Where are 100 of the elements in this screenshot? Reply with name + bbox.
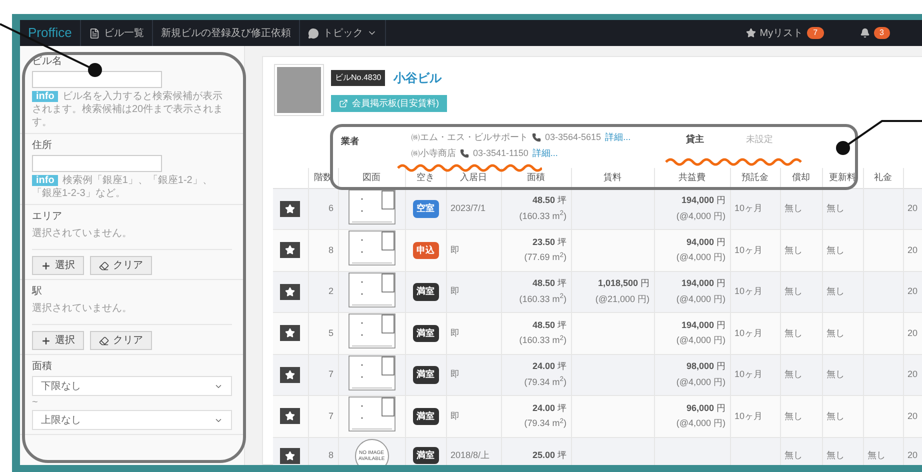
amortization-value: 無し xyxy=(784,328,802,338)
deposit-value: 10ヶ月 xyxy=(734,328,763,338)
amortization-value: 無し xyxy=(784,286,802,296)
photo-placeholder xyxy=(275,65,323,115)
status-badge: 満室 xyxy=(412,446,438,464)
favorite-button[interactable] xyxy=(280,366,300,383)
area-square-meters: (160.33 m$^{2}$) xyxy=(519,210,566,223)
area-square-meters: (79.34 m$^{2}$) xyxy=(524,417,566,430)
phone-number: 03-3541-1150 xyxy=(473,146,528,160)
area-value: 48.50 坪 xyxy=(532,277,566,290)
amortization-value: 無し xyxy=(784,450,802,460)
area-value: 24.00 坪 xyxy=(532,360,566,374)
count-badge: 7 xyxy=(807,27,824,39)
favorite-button[interactable] xyxy=(280,448,300,464)
table-cell: 20 xyxy=(908,410,918,420)
rent-unit-price: (@21,000 円) xyxy=(595,292,650,306)
table-cell: 20 xyxy=(908,369,918,379)
building-name[interactable]: 小谷ビル xyxy=(393,69,442,87)
sidebar-button[interactable]: クリア xyxy=(90,256,152,275)
renewal-fee-value: 無し xyxy=(826,286,844,296)
detail-link[interactable]: 詳細... xyxy=(532,146,558,160)
landlord-label: 貸主 xyxy=(686,133,705,146)
star-icon xyxy=(285,450,296,460)
floor-number: 8 xyxy=(328,450,334,460)
floor-number: 7 xyxy=(328,410,334,420)
sidebar-button[interactable]: クリア xyxy=(90,331,152,350)
eraser-icon xyxy=(99,260,109,270)
bell-icon xyxy=(860,28,870,38)
mylist-link[interactable]: Myリスト 7 xyxy=(746,26,824,40)
common-fee-value: 194,000 円 xyxy=(681,277,726,290)
area-square-meters: (79.34 m$^{2}$) xyxy=(524,376,566,389)
renewal-fee-value: 無し xyxy=(826,450,844,460)
rent-value: 1,018,500 円 xyxy=(598,277,650,290)
favorite-button[interactable] xyxy=(280,242,300,258)
select-field[interactable]: 下限なし xyxy=(32,376,232,396)
star-icon xyxy=(285,370,296,380)
share-icon xyxy=(339,99,348,108)
favorite-button[interactable] xyxy=(280,408,300,424)
star-icon xyxy=(285,286,296,297)
sidebar-button[interactable]: 選択 xyxy=(32,256,84,275)
favorite-button[interactable] xyxy=(280,325,300,342)
status-badge: 満室 xyxy=(412,366,438,384)
plus-icon xyxy=(41,336,51,346)
text-input[interactable] xyxy=(32,71,162,88)
area-value: 48.50 坪 xyxy=(532,194,566,208)
field-label: 住所 xyxy=(32,138,53,153)
amortization-value: 無し xyxy=(784,410,802,420)
status-badge: 申込 xyxy=(412,242,438,259)
amortization-value: 無し xyxy=(784,244,802,254)
common-fee-value: 96,000 円 xyxy=(686,402,726,415)
star-icon xyxy=(746,28,756,38)
floor-number: 7 xyxy=(328,369,334,379)
text-input[interactable] xyxy=(32,155,162,172)
table-cell: 20 xyxy=(908,244,918,254)
area-square-meters: (77.69 m$^{2}$) xyxy=(524,251,566,264)
sidebar-button[interactable]: 選択 xyxy=(32,331,84,350)
document-icon xyxy=(88,28,100,38)
deposit-value: 10ヶ月 xyxy=(734,244,763,254)
select-field[interactable]: 上限なし xyxy=(32,410,232,430)
table-cell: 20 xyxy=(908,450,918,460)
move-in-date: 即 xyxy=(450,244,460,254)
renewal-fee-value: 無し xyxy=(826,203,844,213)
favorite-button[interactable] xyxy=(280,200,300,217)
comment-icon xyxy=(308,28,319,38)
detail-link[interactable]: 詳細... xyxy=(605,131,631,144)
nav-link[interactable]: トピック xyxy=(300,20,386,46)
floor-number: 8 xyxy=(328,244,334,254)
common-fee-unit-price: (@4,000 円) xyxy=(676,210,726,223)
common-fee-unit-price: (@4,000 円) xyxy=(676,334,726,348)
favorite-button[interactable] xyxy=(280,284,300,300)
status-badge: 満室 xyxy=(412,408,438,425)
area-square-meters: (160.33 m$^{2}$) xyxy=(519,334,566,348)
amortization-value: 無し xyxy=(784,369,802,379)
star-icon xyxy=(285,411,296,422)
floor-number: 6 xyxy=(328,203,334,213)
status-badge: 満室 xyxy=(412,324,438,342)
star-icon xyxy=(285,204,296,214)
common-fee-value: 194,000 円 xyxy=(681,194,726,208)
star-icon xyxy=(285,328,296,338)
floor-plan-drawing xyxy=(348,188,396,224)
area-value: 48.50 坪 xyxy=(532,318,566,332)
floor-number: 5 xyxy=(328,328,334,338)
amortization-value: 無し xyxy=(784,203,802,213)
eraser-icon xyxy=(99,336,109,346)
deposit-value: 10ヶ月 xyxy=(734,410,763,420)
table-cell: 20 xyxy=(908,328,918,338)
hint-text: info ビル名を入力すると検索候補が表示されます。検索候補は20件まで表示されます。 xyxy=(32,90,224,129)
deposit-value: 10ヶ月 xyxy=(734,203,763,213)
renewal-fee-value: 無し xyxy=(826,244,844,254)
phone-icon xyxy=(532,133,541,142)
deposit-value: 10ヶ月 xyxy=(734,286,763,296)
common-fee-unit-price: (@4,000 円) xyxy=(676,292,726,306)
agent-name: ㈱小寺商店 xyxy=(411,146,456,160)
area-value: 24.00 坪 xyxy=(532,402,566,415)
move-in-date: 即 xyxy=(450,328,460,338)
move-in-date: 即 xyxy=(450,369,460,379)
status-badge: 満室 xyxy=(412,283,438,300)
area-value: 25.00 坪 xyxy=(532,448,566,462)
renewal-fee-value: 無し xyxy=(826,328,844,338)
building-number-badge: ビルNo.4830 xyxy=(331,70,386,86)
